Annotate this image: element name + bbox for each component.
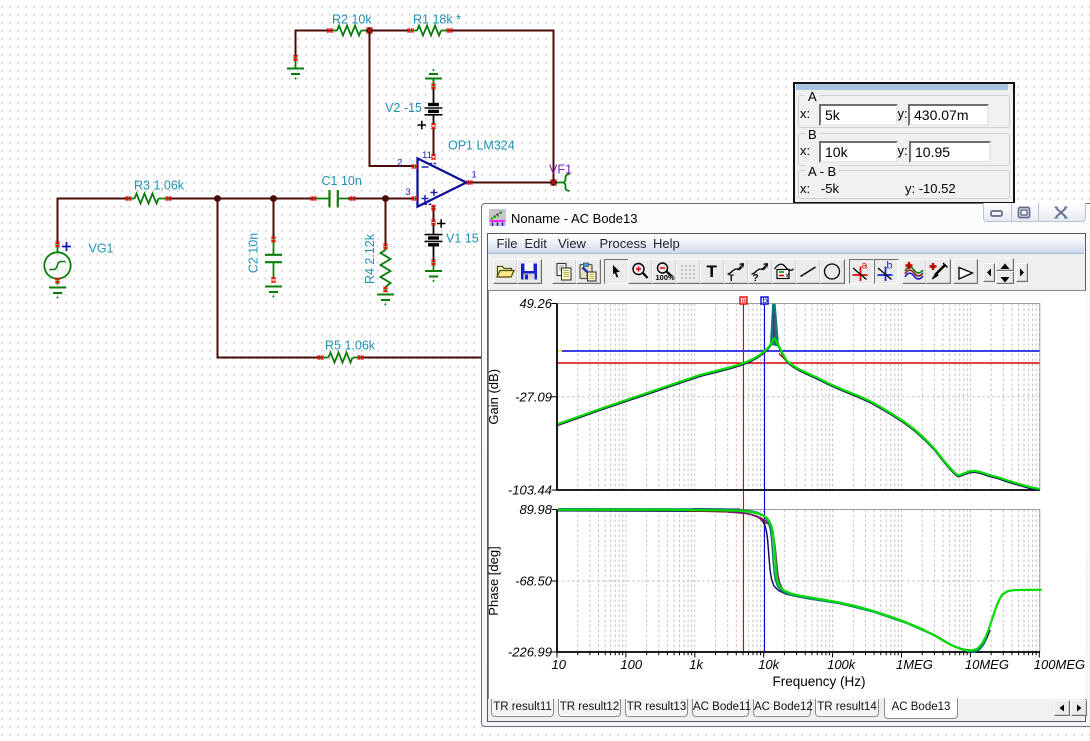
svg-text:a: a [741, 295, 746, 305]
svg-text:b: b [886, 260, 892, 272]
svg-text:C1 10n: C1 10n [322, 174, 362, 188]
svg-text:1: 1 [472, 170, 477, 181]
svg-text:100: 100 [620, 657, 642, 672]
svg-text:C2 10n: C2 10n [246, 233, 260, 273]
svg-text:R1 18k *: R1 18k * [413, 13, 461, 27]
svg-text:T: T [729, 273, 735, 283]
svg-text:OP1 LM324: OP1 LM324 [448, 139, 515, 153]
svg-text:R2 10k: R2 10k [332, 13, 372, 27]
svg-text:x: x [786, 273, 790, 280]
svg-text:VG1: VG1 [89, 242, 114, 256]
svg-text:?: ? [753, 273, 759, 283]
svg-text:Frequency (Hz): Frequency (Hz) [772, 674, 865, 689]
svg-text:10MEG: 10MEG [965, 657, 1009, 672]
svg-text:49.26: 49.26 [519, 296, 552, 311]
svg-text:b: b [762, 295, 767, 305]
svg-text:Gain (dB): Gain (dB) [488, 369, 501, 425]
svg-text:-27.09: -27.09 [515, 389, 552, 404]
svg-text:89.98: 89.98 [519, 502, 552, 517]
svg-text:VF1: VF1 [549, 163, 572, 177]
svg-text:R3 1.06k: R3 1.06k [134, 179, 185, 193]
svg-text:R4 2.12k: R4 2.12k [363, 233, 377, 284]
svg-text:11: 11 [422, 150, 432, 161]
svg-text:V2 -15: V2 -15 [385, 101, 422, 115]
svg-text:-226.99: -226.99 [508, 645, 552, 660]
svg-text:10k: 10k [758, 657, 780, 672]
svg-text:3: 3 [406, 187, 411, 198]
svg-text:1MEG: 1MEG [896, 657, 933, 672]
svg-text:100%: 100% [656, 273, 676, 282]
svg-text:a: a [862, 260, 868, 272]
svg-text:T: T [707, 262, 718, 281]
svg-text:1k: 1k [689, 657, 704, 672]
svg-text:100MEG: 100MEG [1034, 657, 1085, 672]
svg-text:10: 10 [552, 657, 567, 672]
svg-text:V1 15: V1 15 [446, 232, 479, 246]
svg-text:100k: 100k [827, 657, 857, 672]
svg-text:Phase [deg]: Phase [deg] [488, 546, 501, 615]
svg-text:-103.44: -103.44 [508, 483, 552, 498]
svg-text:-68.50: -68.50 [515, 574, 553, 589]
svg-text:R5 1.06k: R5 1.06k [325, 339, 376, 353]
svg-text:2: 2 [397, 158, 402, 169]
